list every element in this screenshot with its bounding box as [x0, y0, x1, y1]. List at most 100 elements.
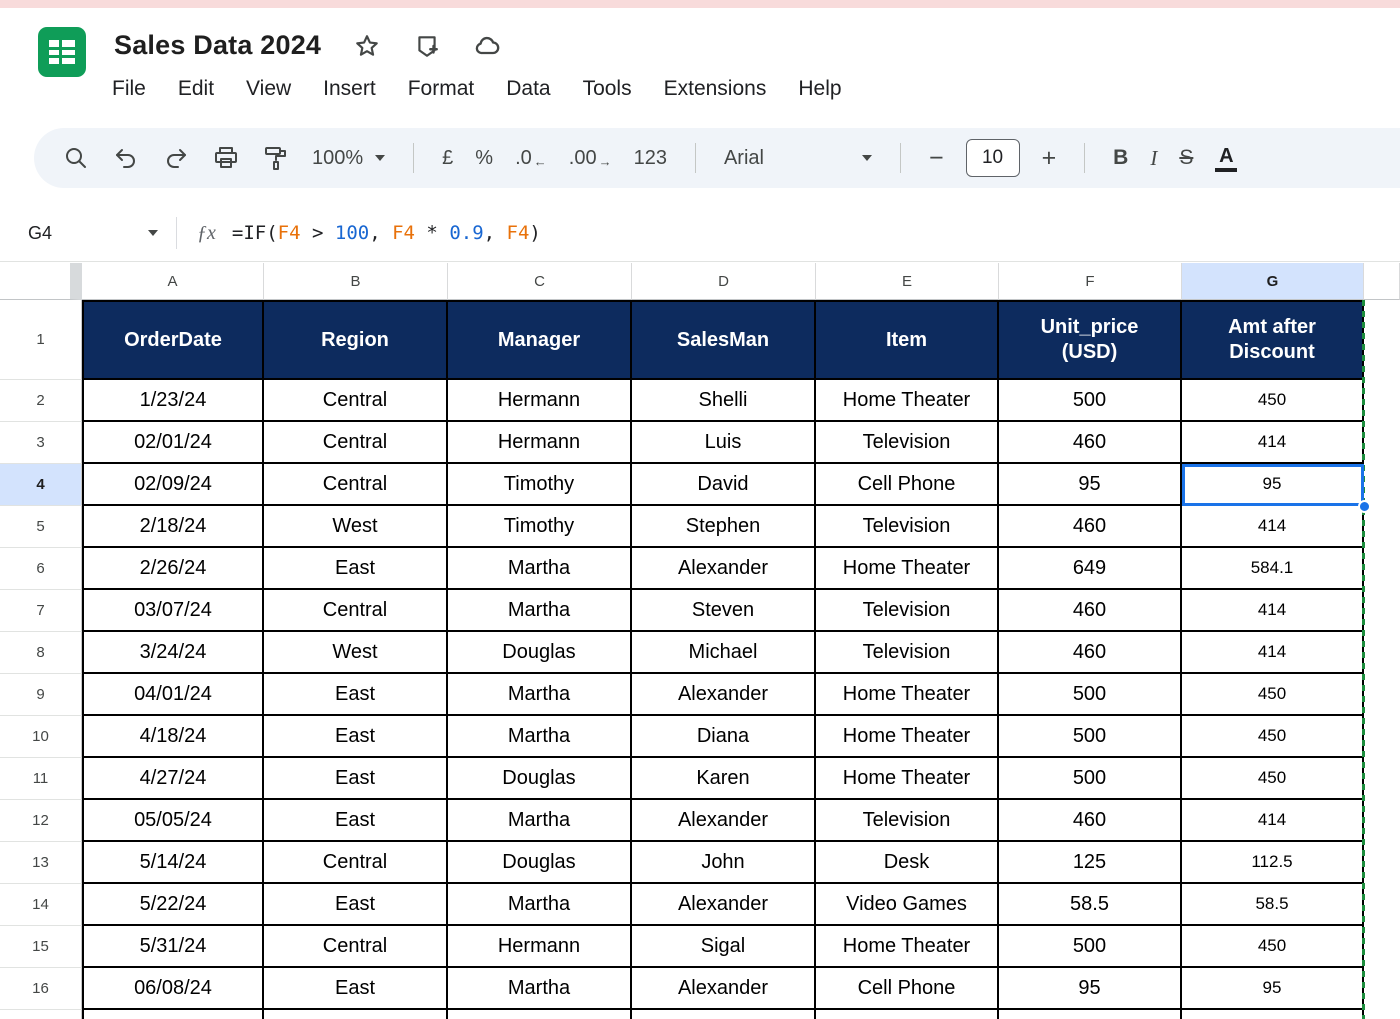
increase-font-size-button[interactable]: + — [1042, 144, 1057, 173]
cell-E15[interactable]: Home Theater — [816, 926, 999, 968]
cell-B11[interactable]: East — [264, 758, 448, 800]
row-header-15[interactable]: 15 — [0, 926, 82, 968]
strikethrough-button[interactable]: S — [1179, 146, 1193, 170]
cell-F12[interactable]: 460 — [999, 800, 1182, 842]
cell-D17[interactable]: Karen — [632, 1010, 816, 1019]
cell-G5[interactable]: 414 — [1182, 506, 1364, 548]
cell-B4[interactable]: Central — [264, 464, 448, 506]
menu-file[interactable]: File — [112, 74, 146, 104]
sheets-logo-icon[interactable] — [36, 26, 88, 78]
cell-B14[interactable]: East — [264, 884, 448, 926]
cell-E16[interactable]: Cell Phone — [816, 968, 999, 1010]
cell-G16[interactable]: 95 — [1182, 968, 1364, 1010]
row-header-12[interactable]: 12 — [0, 800, 82, 842]
menu-extensions[interactable]: Extensions — [664, 74, 767, 104]
menu-insert[interactable]: Insert — [323, 74, 376, 104]
cell-D7[interactable]: Steven — [632, 590, 816, 632]
cell-D12[interactable]: Alexander — [632, 800, 816, 842]
column-header-E[interactable]: E — [816, 263, 999, 300]
cell-D5[interactable]: Stephen — [632, 506, 816, 548]
currency-format-button[interactable]: £ — [442, 147, 453, 170]
row-header-14[interactable]: 14 — [0, 884, 82, 926]
menu-tools[interactable]: Tools — [583, 74, 632, 104]
cell-E5[interactable]: Television — [816, 506, 999, 548]
cell-G9[interactable]: 450 — [1182, 674, 1364, 716]
italic-button[interactable]: I — [1150, 146, 1157, 171]
select-all-corner[interactable] — [0, 263, 82, 300]
redo-icon[interactable] — [162, 144, 190, 172]
cell-F13[interactable]: 125 — [999, 842, 1182, 884]
cell-G15[interactable]: 450 — [1182, 926, 1364, 968]
cell-A12[interactable]: 05/05/24 — [82, 800, 264, 842]
cell-A15[interactable]: 5/31/24 — [82, 926, 264, 968]
cloud-status-icon[interactable] — [473, 32, 501, 60]
cell-E1[interactable]: Item — [816, 300, 999, 380]
cell-C17[interactable]: Douglas — [448, 1010, 632, 1019]
cell-F3[interactable]: 460 — [999, 422, 1182, 464]
cell-C1[interactable]: Manager — [448, 300, 632, 380]
star-icon[interactable] — [353, 32, 381, 60]
cell-C9[interactable]: Martha — [448, 674, 632, 716]
formula-text[interactable]: =IF(F4 > 100, F4 * 0.9, F4) — [232, 222, 541, 244]
cell-D1[interactable]: SalesMan — [632, 300, 816, 380]
document-title[interactable]: Sales Data 2024 — [114, 30, 321, 61]
cell-C16[interactable]: Martha — [448, 968, 632, 1010]
column-header-G[interactable]: G — [1182, 263, 1364, 300]
column-header-A[interactable]: A — [82, 263, 264, 300]
cell-D4[interactable]: David — [632, 464, 816, 506]
cell-D9[interactable]: Alexander — [632, 674, 816, 716]
cell-B17[interactable]: East — [264, 1010, 448, 1019]
cell-C4[interactable]: Timothy — [448, 464, 632, 506]
cell-C14[interactable]: Martha — [448, 884, 632, 926]
row-header-17[interactable]: 17 — [0, 1010, 82, 1019]
cell-E8[interactable]: Television — [816, 632, 999, 674]
percent-format-button[interactable]: % — [475, 147, 493, 170]
cell-A3[interactable]: 02/01/24 — [82, 422, 264, 464]
cell-A5[interactable]: 2/18/24 — [82, 506, 264, 548]
zoom-select[interactable]: 100% — [312, 147, 385, 170]
cell-A11[interactable]: 4/27/24 — [82, 758, 264, 800]
decrease-font-size-button[interactable]: − — [929, 144, 944, 173]
cell-F8[interactable]: 460 — [999, 632, 1182, 674]
cell-C11[interactable]: Douglas — [448, 758, 632, 800]
cell-B9[interactable]: East — [264, 674, 448, 716]
cell-D10[interactable]: Diana — [632, 716, 816, 758]
cell-F2[interactable]: 500 — [999, 380, 1182, 422]
text-color-button[interactable]: A — [1215, 145, 1237, 172]
row-header-1[interactable]: 1 — [0, 300, 82, 380]
menu-view[interactable]: View — [246, 74, 291, 104]
cell-E11[interactable]: Home Theater — [816, 758, 999, 800]
cell-C10[interactable]: Martha — [448, 716, 632, 758]
cell-B1[interactable]: Region — [264, 300, 448, 380]
cell-G6[interactable]: 584.1 — [1182, 548, 1364, 590]
cell-F14[interactable]: 58.5 — [999, 884, 1182, 926]
cell-G10[interactable]: 450 — [1182, 716, 1364, 758]
cell-B10[interactable]: East — [264, 716, 448, 758]
cell-B15[interactable]: Central — [264, 926, 448, 968]
cell-C7[interactable]: Martha — [448, 590, 632, 632]
cell-C3[interactable]: Hermann — [448, 422, 632, 464]
cell-D6[interactable]: Alexander — [632, 548, 816, 590]
row-header-11[interactable]: 11 — [0, 758, 82, 800]
row-header-9[interactable]: 9 — [0, 674, 82, 716]
cell-G1[interactable]: Amt after Discount — [1182, 300, 1364, 380]
cell-A8[interactable]: 3/24/24 — [82, 632, 264, 674]
cell-E4[interactable]: Cell Phone — [816, 464, 999, 506]
cell-D11[interactable]: Karen — [632, 758, 816, 800]
menu-data[interactable]: Data — [506, 74, 550, 104]
cell-A16[interactable]: 06/08/24 — [82, 968, 264, 1010]
cell-F17[interactable]: 95 — [999, 1010, 1182, 1019]
cell-F10[interactable]: 500 — [999, 716, 1182, 758]
cell-D8[interactable]: Michael — [632, 632, 816, 674]
cell-C13[interactable]: Douglas — [448, 842, 632, 884]
cell-B3[interactable]: Central — [264, 422, 448, 464]
row-header-3[interactable]: 3 — [0, 422, 82, 464]
row-header-16[interactable]: 16 — [0, 968, 82, 1010]
cell-G14[interactable]: 58.5 — [1182, 884, 1364, 926]
cell-C15[interactable]: Hermann — [448, 926, 632, 968]
cell-E6[interactable]: Home Theater — [816, 548, 999, 590]
cell-D15[interactable]: Sigal — [632, 926, 816, 968]
column-header-D[interactable]: D — [632, 263, 816, 300]
cell-B7[interactable]: Central — [264, 590, 448, 632]
bold-button[interactable]: B — [1113, 146, 1128, 170]
